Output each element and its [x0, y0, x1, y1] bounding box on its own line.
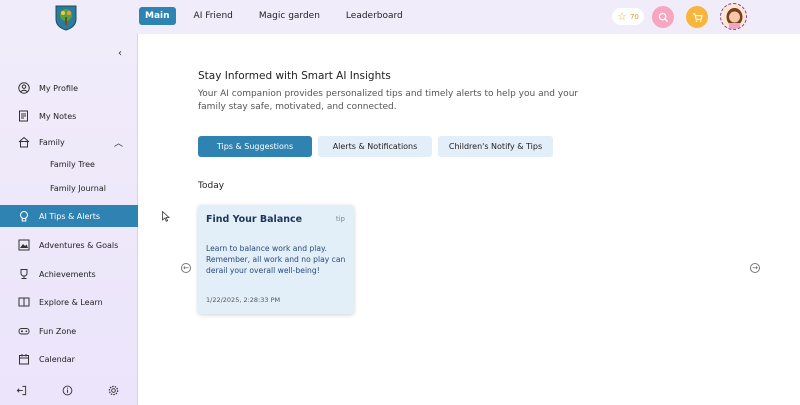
sidebar-item-label: Calendar [39, 354, 75, 364]
tab-alerts-notifications[interactable]: Alerts & Notifications [318, 136, 432, 157]
sidebar-item-label: Adventures & Goals [39, 240, 119, 250]
notes-icon [18, 110, 30, 122]
sidebar-item-explore-learn[interactable]: Explore & Learn [0, 291, 138, 313]
mountain-icon [18, 239, 30, 251]
card-title: Find Your Balance [206, 214, 303, 225]
sidebar-subitem-family-tree[interactable]: Family Tree [50, 160, 95, 169]
logout-icon[interactable] [16, 381, 27, 400]
chevron-up-icon[interactable]: ︿ [114, 136, 123, 149]
sidebar-item-label: Achievements [39, 269, 96, 279]
nav-main[interactable]: Main [139, 7, 176, 25]
mouse-cursor-icon [162, 211, 170, 222]
sidebar-item-label: My Profile [39, 83, 79, 93]
trophy-icon [18, 268, 30, 280]
book-icon [18, 296, 30, 308]
user-avatar[interactable] [720, 3, 747, 30]
stars-counter[interactable]: ☆ 70 [612, 8, 644, 25]
sidebar: ‹ My Profile My Notes Family ︿ Family Tr… [0, 34, 138, 405]
info-icon[interactable] [62, 381, 73, 400]
sidebar-item-fun-zone[interactable]: Fun Zone [0, 320, 138, 342]
carousel-next-icon[interactable]: → [750, 263, 760, 273]
sidebar-item-achievements[interactable]: Achievements [0, 263, 138, 285]
sidebar-item-adventures-goals[interactable]: Adventures & Goals [0, 234, 138, 256]
cart-button[interactable] [686, 6, 708, 28]
family-icon [18, 136, 30, 148]
nav-magic-garden[interactable]: Magic garden [251, 7, 328, 25]
sidebar-item-label: Fun Zone [39, 326, 77, 336]
settings-gear-icon[interactable] [108, 381, 119, 400]
sidebar-footer [0, 381, 138, 396]
search-button[interactable] [652, 6, 674, 28]
page-description: Your AI companion provides personalized … [198, 89, 579, 112]
sidebar-item-family[interactable]: Family ︿ [0, 131, 138, 153]
top-bar: Main AI Friend Magic garden Leaderboard … [0, 0, 800, 34]
main-content: Stay Informed with Smart AI Insights You… [138, 34, 800, 405]
sidebar-item-ai-tips-alerts[interactable]: AI Tips & Alerts [0, 205, 138, 227]
search-icon [658, 12, 668, 22]
nav-ai-friend[interactable]: AI Friend [186, 7, 241, 25]
carousel-prev-icon[interactable]: ← [181, 263, 191, 273]
sidebar-item-calendar[interactable]: Calendar [0, 348, 138, 370]
cart-icon [692, 12, 703, 22]
sidebar-item-label: Family [39, 137, 65, 147]
tab-tips-suggestions[interactable]: Tips & Suggestions [198, 136, 312, 157]
sidebar-item-label: My Notes [39, 111, 77, 121]
star-icon: ☆ [617, 10, 627, 23]
section-label: Today [198, 181, 225, 191]
sidebar-item-label: Explore & Learn [39, 297, 103, 307]
sidebar-item-my-notes[interactable]: My Notes [0, 105, 138, 127]
tab-childrens-notify-tips[interactable]: Children's Notify & Tips [438, 136, 553, 157]
sidebar-item-my-profile[interactable]: My Profile [0, 77, 138, 99]
lightbulb-icon [18, 210, 30, 222]
nav-leaderboard[interactable]: Leaderboard [338, 7, 411, 25]
sidebar-subitem-family-journal[interactable]: Family Journal [50, 184, 106, 193]
user-circle-icon [18, 82, 30, 94]
card-timestamp: 1/22/2025, 2:28:33 PM [206, 296, 281, 304]
tip-card[interactable]: Find Your Balance tip Learn to balance w… [198, 205, 354, 314]
gamepad-icon [18, 325, 30, 337]
stars-count: 70 [629, 12, 639, 21]
main-nav: Main AI Friend Magic garden Leaderboard [139, 7, 421, 25]
app-logo[interactable] [54, 3, 78, 31]
collapse-sidebar-icon[interactable]: ‹ [118, 48, 122, 59]
card-body: Learn to balance work and play. Remember… [206, 244, 346, 275]
card-tag: tip [335, 215, 345, 223]
sidebar-item-label: AI Tips & Alerts [39, 211, 101, 221]
tab-bar: Tips & Suggestions Alerts & Notification… [198, 136, 559, 157]
calendar-icon [18, 353, 30, 365]
page-title: Stay Informed with Smart AI Insights [198, 70, 391, 82]
